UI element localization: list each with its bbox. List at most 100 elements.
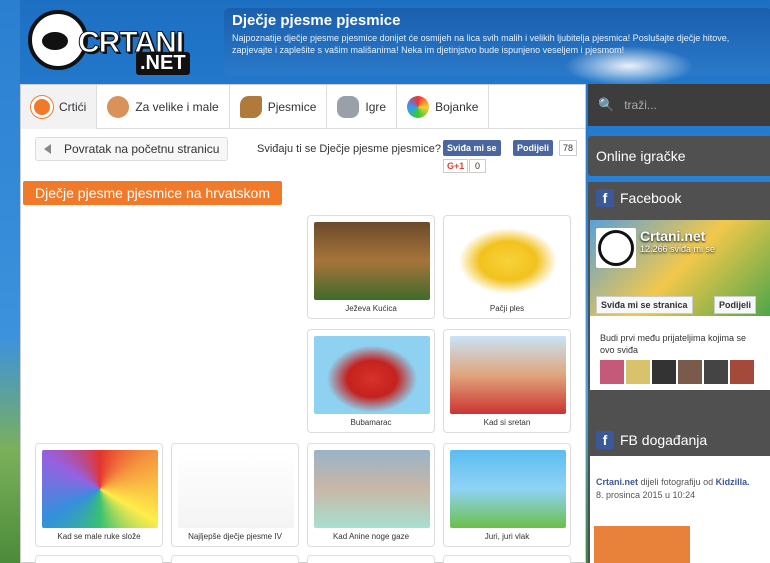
- facebook-icon: f: [596, 189, 614, 207]
- fb-share-page-label: Podijeli: [719, 300, 752, 310]
- song-card[interactable]: Kad se male ruke slože: [35, 443, 163, 547]
- online-toys-panel[interactable]: Online igračke: [588, 136, 770, 176]
- song-thumbnail: [450, 336, 566, 414]
- song-card[interactable]: Pačji ples: [443, 215, 571, 319]
- event-date: 8. prosinca 2015 u 10:24: [596, 490, 696, 500]
- nav-item-za-velike-i-male[interactable]: Za velike i male: [97, 85, 230, 129]
- song-card[interactable]: [307, 555, 435, 563]
- song-title: Kad se male ruke slože: [57, 532, 141, 541]
- song-card[interactable]: Kad si sretan: [443, 329, 571, 433]
- song-title: Najljepše dječje pjesme IV: [188, 532, 282, 541]
- song-thumbnail: [450, 450, 566, 528]
- song-thumbnail: [314, 336, 430, 414]
- main-content: Crtići Za velike i male Pjesmice Igre Bo…: [20, 84, 586, 563]
- crtani-logo-icon: [31, 96, 53, 118]
- nav-item-igre[interactable]: Igre: [327, 85, 398, 129]
- page-description: Najpoznatije dječje pjesme pjesmice doni…: [232, 33, 730, 55]
- fb-friends-text: Budi prvi među prijateljima kojima se ov…: [600, 333, 747, 355]
- nav-label: Pjesmice: [267, 100, 317, 114]
- song-card[interactable]: Kad Anine noge gaze: [307, 443, 435, 547]
- search-input[interactable]: traži...: [624, 98, 657, 112]
- search-icon: 🔍: [598, 97, 615, 112]
- fb-event-item: Crtani.net dijeli fotografiju od Kidzill…: [596, 476, 750, 502]
- song-thumbnail: [42, 450, 158, 528]
- like-question: Sviđaju ti se Dječje pjesme pjesmice?: [257, 143, 442, 155]
- guitar-icon: [239, 96, 262, 118]
- fb-like-page-label: Sviđa mi se stranica: [601, 300, 688, 310]
- song-thumbnail: [178, 450, 294, 528]
- fb-friend-faces: [600, 360, 754, 384]
- song-title: Kad Anine noge gaze: [332, 532, 410, 541]
- song-thumbnail: [450, 222, 566, 300]
- fb-share-button[interactable]: Podijeli: [513, 140, 554, 156]
- song-card[interactable]: [443, 555, 571, 563]
- logo-net: .NET: [136, 52, 190, 75]
- event-source[interactable]: Kidzilla.: [716, 477, 750, 487]
- fb-like-button[interactable]: Sviđa mi se: [443, 140, 501, 156]
- search-box[interactable]: 🔍 traži...: [588, 84, 770, 126]
- fb-events-feed: Crtani.net dijeli fotografiju od Kidzill…: [590, 456, 770, 563]
- sidebar: 🔍 traži... Online igračke f Facebook Crt…: [588, 84, 770, 563]
- event-object[interactable]: fotografiju: [661, 477, 701, 487]
- facebook-icon: f: [596, 431, 614, 449]
- song-card[interactable]: Bubamarac: [307, 329, 435, 433]
- event-thumbnail[interactable]: [594, 526, 690, 563]
- back-to-home-button[interactable]: Povratak na početnu stranicu: [35, 137, 229, 161]
- kids-icon: [107, 96, 130, 118]
- fb-like-count: 78: [559, 140, 578, 156]
- event-action: dijeli: [640, 477, 659, 487]
- facebook-header: f Facebook: [588, 182, 770, 214]
- event-author[interactable]: Crtani.net: [596, 477, 638, 487]
- friend-avatar[interactable]: [652, 360, 676, 384]
- nav-label: Za velike i male: [135, 100, 219, 114]
- fb-page-likes: 12.266 sviđa mi se: [640, 244, 716, 254]
- song-card[interactable]: [35, 555, 163, 563]
- song-title: Pačji ples: [489, 304, 525, 313]
- online-toys-title: Online igračke: [596, 148, 686, 164]
- song-thumbnail: [314, 450, 430, 528]
- friend-avatar[interactable]: [730, 360, 754, 384]
- site-header: CRTANI .NET Dječje pjesme pjesmice Najpo…: [20, 0, 770, 86]
- friend-avatar[interactable]: [678, 360, 702, 384]
- nav-label: Bojanke: [435, 100, 479, 114]
- page-title: Dječje pjesme pjesmice: [232, 12, 401, 29]
- facebook-widget: Crtani.net 12.266 sviđa mi se Sviđa mi s…: [590, 220, 770, 390]
- song-title: Ježeva Kućica: [345, 304, 397, 313]
- fb-page-name[interactable]: Crtani.net: [640, 228, 705, 244]
- palette-icon: [407, 96, 430, 118]
- fb-page-avatar[interactable]: [596, 228, 636, 268]
- header-banner: Dječje pjesme pjesmice Najpoznatije dječ…: [224, 8, 770, 86]
- arrow-left-icon: [44, 144, 51, 154]
- fb-like-label: Sviđa mi se: [447, 143, 497, 153]
- section-title: Dječje pjesme pjesmice na hrvatskom: [23, 181, 282, 205]
- fb-share-page-button[interactable]: Podijeli: [714, 296, 757, 314]
- nav-label: Crtići: [59, 100, 87, 114]
- gamepad-icon: [337, 96, 360, 118]
- song-title: Juri, juri vlak: [484, 532, 530, 541]
- gplus-button[interactable]: G+1: [443, 159, 469, 173]
- back-button-label: Povratak na početnu stranicu: [64, 142, 220, 156]
- song-card[interactable]: [171, 555, 299, 563]
- page-background: [0, 0, 20, 563]
- toolbar: Povratak na početnu stranicu Sviđaju ti …: [21, 129, 585, 175]
- crtani-logo-icon: [598, 230, 634, 266]
- fb-events-title: FB događanja: [620, 432, 708, 448]
- facebook-title: Facebook: [620, 190, 682, 206]
- crtani-logo[interactable]: CRTANI .NET: [28, 4, 208, 80]
- friend-avatar[interactable]: [600, 360, 624, 384]
- nav-item-crtici[interactable]: Crtići: [21, 85, 98, 129]
- friend-avatar[interactable]: [626, 360, 650, 384]
- friend-avatar[interactable]: [704, 360, 728, 384]
- song-title: Kad si sretan: [483, 418, 531, 427]
- song-card[interactable]: Juri, juri vlak: [443, 443, 571, 547]
- event-from: od: [703, 477, 714, 487]
- category-nav: Crtići Za velike i male Pjesmice Igre Bo…: [21, 85, 585, 129]
- cloud-decoration: [564, 46, 694, 86]
- fb-like-page-button[interactable]: Sviđa mi se stranica: [596, 296, 693, 314]
- fb-events-header: f FB događanja: [588, 424, 770, 456]
- gplus-count: 0: [469, 159, 487, 173]
- nav-item-bojanke[interactable]: Bojanke: [397, 85, 490, 129]
- nav-item-pjesmice[interactable]: Pjesmice: [230, 85, 328, 129]
- song-card[interactable]: Najljepše dječje pjesme IV: [171, 443, 299, 547]
- song-card[interactable]: Ježeva Kućica: [307, 215, 435, 319]
